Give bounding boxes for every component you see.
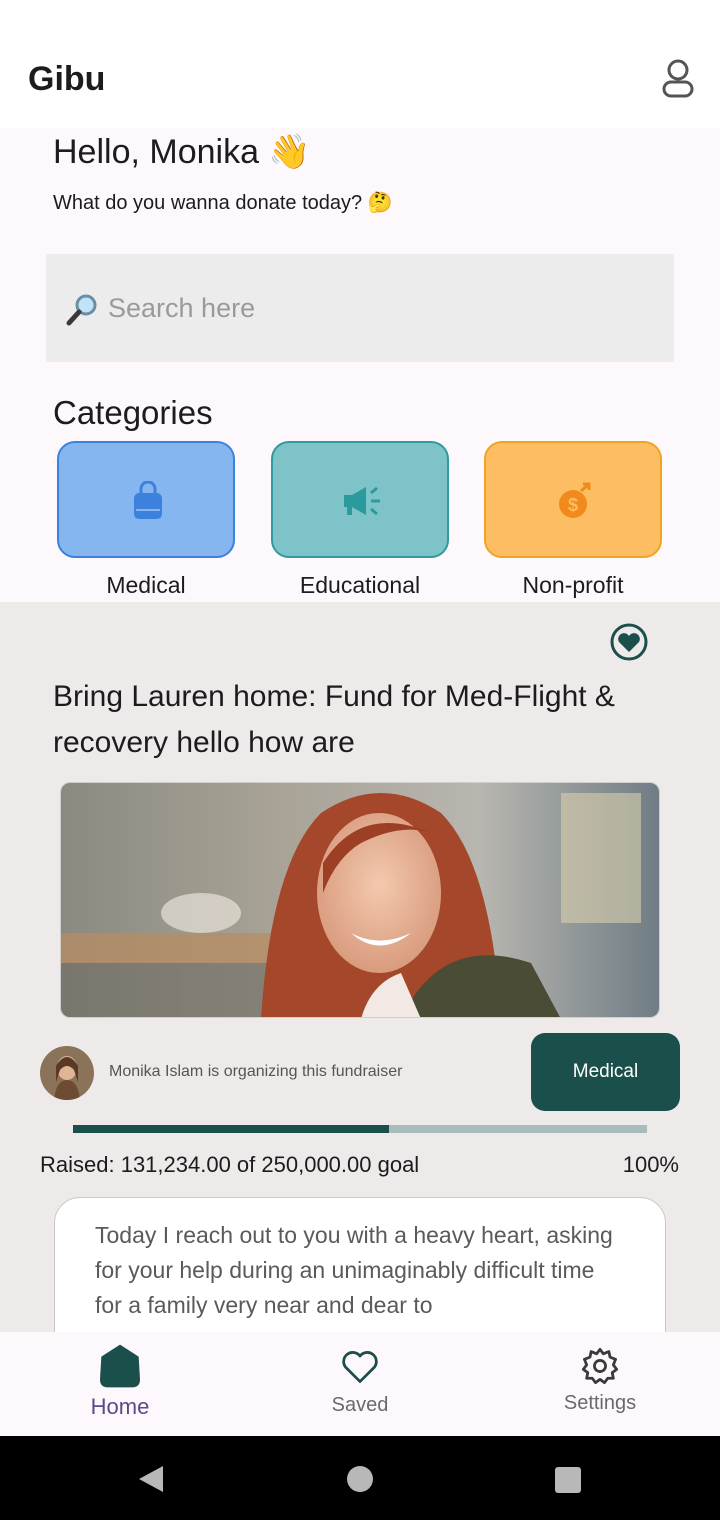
favorite-heart-icon[interactable] bbox=[609, 622, 649, 662]
app-title: Gibu bbox=[28, 60, 106, 98]
nav-label-saved: Saved bbox=[331, 1394, 389, 1416]
fundraiser-photo bbox=[60, 782, 660, 1018]
greeting-subtitle: What do you wanna donate today? 🤔 bbox=[53, 192, 393, 214]
story-card: Today I reach out to you with a heavy he… bbox=[54, 1197, 666, 1332]
categories-heading: Categories bbox=[53, 394, 213, 431]
gear-icon bbox=[581, 1347, 619, 1385]
organizer-avatar bbox=[40, 1046, 94, 1100]
category-nonprofit-label: Non-profit bbox=[522, 572, 624, 598]
heart-outline-icon bbox=[342, 1351, 378, 1383]
category-medical-label: Medical bbox=[106, 572, 186, 598]
fundraiser-progress-fill bbox=[73, 1125, 389, 1133]
money-bag-icon: $ bbox=[559, 482, 591, 518]
raised-amount-text: Raised: 131,234.00 of 250,000.00 goal bbox=[40, 1152, 420, 1177]
magnifier-icon bbox=[66, 294, 97, 326]
medical-bag-icon bbox=[134, 481, 162, 519]
category-educational-label: Educational bbox=[299, 572, 421, 598]
woman-portrait-image bbox=[61, 783, 659, 1017]
home-icon bbox=[100, 1344, 140, 1388]
category-nonprofit-button[interactable]: $ bbox=[484, 441, 662, 558]
fundraiser-progress-bar bbox=[73, 1125, 647, 1133]
organizer-text: Monika Islam is organizing this fundrais… bbox=[109, 1063, 403, 1080]
nav-item-saved[interactable]: Saved bbox=[240, 1332, 480, 1436]
nav-label-settings: Settings bbox=[563, 1392, 637, 1414]
nav-item-home[interactable]: Home bbox=[0, 1332, 240, 1436]
nav-item-settings[interactable]: Settings bbox=[480, 1332, 720, 1436]
story-text: Today I reach out to you with a heavy he… bbox=[95, 1222, 613, 1318]
fundraiser-title: Bring Lauren home: Fund for Med-Flight &… bbox=[53, 680, 615, 759]
raised-percent-text: 100% bbox=[622, 1152, 679, 1177]
home-circle-icon[interactable] bbox=[346, 1465, 374, 1493]
bottom-navigation: Home Saved Settings bbox=[0, 1332, 720, 1436]
category-medical-button[interactable] bbox=[57, 441, 235, 558]
category-educational-button[interactable] bbox=[271, 441, 449, 558]
search-bar[interactable] bbox=[46, 254, 674, 362]
greeting-title: Hello, Monika 👋 bbox=[53, 133, 311, 171]
megaphone-icon bbox=[344, 486, 380, 516]
system-navigation-bar bbox=[0, 1436, 720, 1520]
svg-text:$: $ bbox=[568, 495, 578, 515]
profile-icon[interactable] bbox=[660, 58, 696, 100]
search-input[interactable] bbox=[108, 284, 648, 332]
back-icon[interactable] bbox=[137, 1464, 165, 1494]
nav-label-home: Home bbox=[90, 1394, 150, 1419]
app-bar: Gibu bbox=[0, 0, 720, 128]
fundraiser-card[interactable]: Bring Lauren home: Fund for Med-Flight &… bbox=[0, 602, 720, 1332]
recents-square-icon[interactable] bbox=[554, 1466, 582, 1494]
category-tag-button[interactable]: Medical bbox=[531, 1033, 680, 1111]
